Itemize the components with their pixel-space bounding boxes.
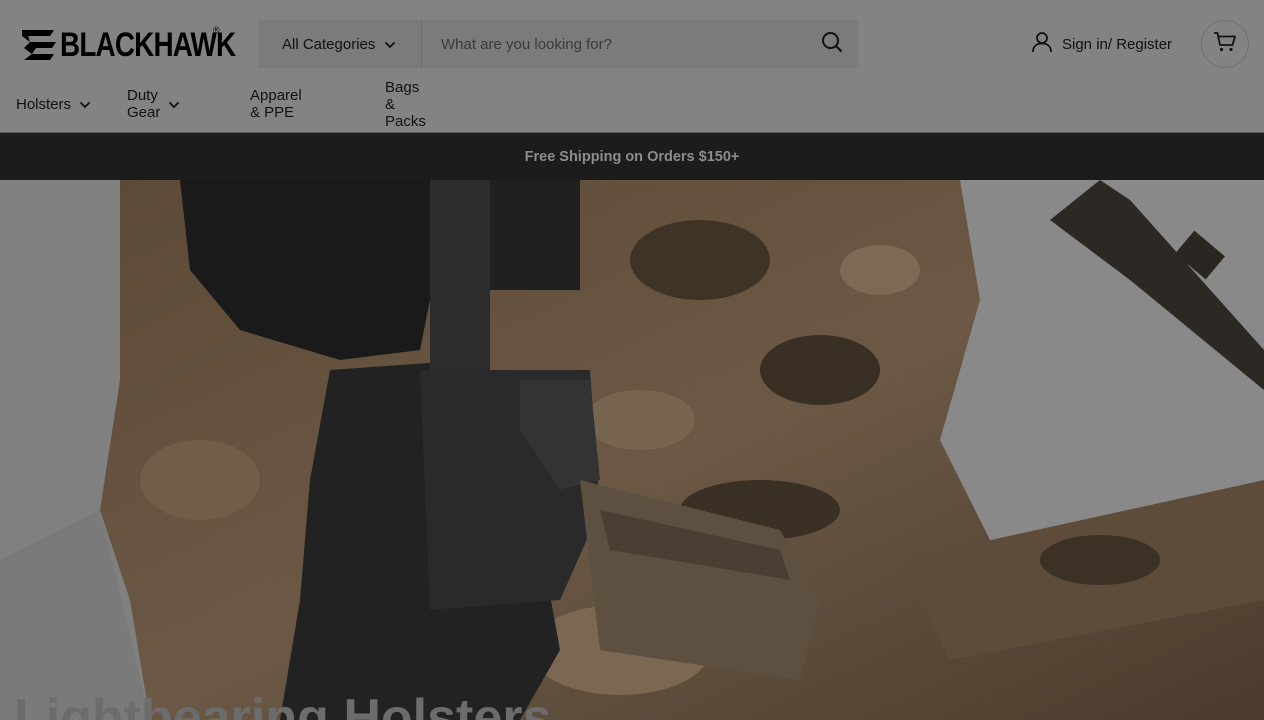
nav-item-label: Bags & Packs xyxy=(385,78,426,130)
brand-logo[interactable]: BLACKHAWK ® xyxy=(20,25,274,65)
nav-item-label: Apparel & PPE xyxy=(250,87,302,121)
promo-banner: Free Shipping on Orders $150+ xyxy=(0,133,1264,180)
nav-item-bags-packs[interactable]: Bags & Packs xyxy=(385,79,426,130)
nav-item-label: Holsters xyxy=(16,95,72,113)
chevron-down-icon xyxy=(384,36,396,53)
hero-banner[interactable]: Lightbearing Holsters xyxy=(0,180,1264,720)
chevron-down-icon xyxy=(168,96,180,113)
registered-mark: ® xyxy=(213,25,220,35)
nav-item-apparel-ppe[interactable]: Apparel & PPE xyxy=(250,87,302,121)
search-button[interactable] xyxy=(806,20,858,68)
cart-icon xyxy=(1213,31,1237,58)
hero-title: Lightbearing Holsters xyxy=(14,689,552,720)
cart-button[interactable] xyxy=(1201,20,1249,68)
nav-item-duty-gear[interactable]: Duty Gear xyxy=(127,87,180,121)
chevron-down-icon xyxy=(79,96,91,113)
search-bar: All Categories xyxy=(258,20,858,68)
category-select-label: All Categories xyxy=(282,35,376,53)
category-select[interactable]: All Categories xyxy=(258,20,422,68)
site-header: BLACKHAWK ® All Categories Sign in/ Regi… xyxy=(0,0,1264,132)
search-icon xyxy=(820,30,844,59)
nav-item-holsters[interactable]: Holsters xyxy=(16,95,91,113)
promo-text: Free Shipping on Orders $150+ xyxy=(524,148,740,165)
user-icon xyxy=(1031,31,1053,57)
brand-name: BLACKHAWK xyxy=(60,26,236,64)
signin-register-link[interactable]: Sign in/ Register xyxy=(1031,31,1172,57)
signin-label: Sign in/ Register xyxy=(1062,35,1173,53)
search-input[interactable] xyxy=(422,20,806,68)
hero-image xyxy=(0,180,1264,720)
nav-item-label: Duty Gear xyxy=(127,87,161,121)
blackhawk-emblem-icon xyxy=(22,30,56,60)
